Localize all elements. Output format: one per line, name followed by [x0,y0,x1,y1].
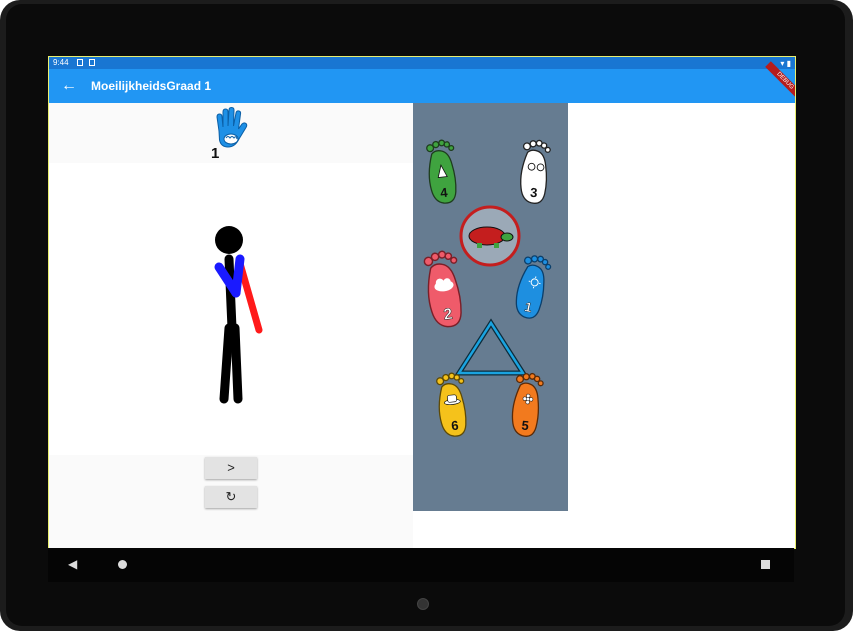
app-screen: 9:44 ▾ ▮ ← MoeilijkheidsGraad 1 DEBUG 1 [48,56,796,549]
foot-2[interactable]: 2 [421,248,467,330]
triangle-shape-outline [454,318,528,376]
sd-card-icon [89,59,95,66]
notification-icon [77,59,83,66]
figure-left-leg [219,323,234,404]
turtle-circle [459,205,521,267]
nav-recent-apps-icon[interactable] [761,560,770,569]
back-arrow-icon[interactable]: ← [58,75,80,97]
nav-home-icon[interactable] [118,560,127,569]
tablet-frame: 9:44 ▾ ▮ ← MoeilijkheidsGraad 1 DEBUG 1 [0,0,853,631]
main-content: 1 > ↻ 4 3 2 1 6 5 [49,103,795,548]
foot-5[interactable]: 5 [509,371,545,439]
foot-4[interactable]: 4 [424,138,460,206]
triangle-shape [456,320,526,375]
stick-figure [214,226,263,404]
foot-number-3: 3 [530,185,538,200]
hand-header: 1 [49,103,413,163]
next-button[interactable]: > [205,457,257,479]
figure-right-leg [230,323,243,404]
status-time: 9:44 [53,58,69,67]
level-number: 1 [211,145,220,162]
camera-icon [417,598,429,610]
stick-figure-canvas [49,163,413,455]
android-nav-bar: ◀ [48,548,794,582]
exercise-area: 1 > ↻ [49,103,413,548]
feet-panel: 4 3 2 1 6 5 [413,103,568,511]
figure-head [215,226,243,254]
foot-3[interactable]: 3 [518,138,552,205]
feet-board: 4 3 2 1 6 5 [421,138,553,439]
foot-number-6: 6 [450,418,459,434]
figure-left-forearm [231,254,245,298]
app-bar: ← MoeilijkheidsGraad 1 DEBUG [49,61,795,103]
page-title: MoeilijkheidsGraad 1 [91,79,212,93]
status-bar: 9:44 ▾ ▮ [49,57,795,69]
foot-number-5: 5 [521,418,530,434]
nav-back-icon[interactable]: ◀ [68,557,77,571]
reset-button[interactable]: ↻ [205,486,257,508]
foot-1[interactable]: 1 [511,252,553,322]
foot-6[interactable]: 6 [434,371,470,439]
